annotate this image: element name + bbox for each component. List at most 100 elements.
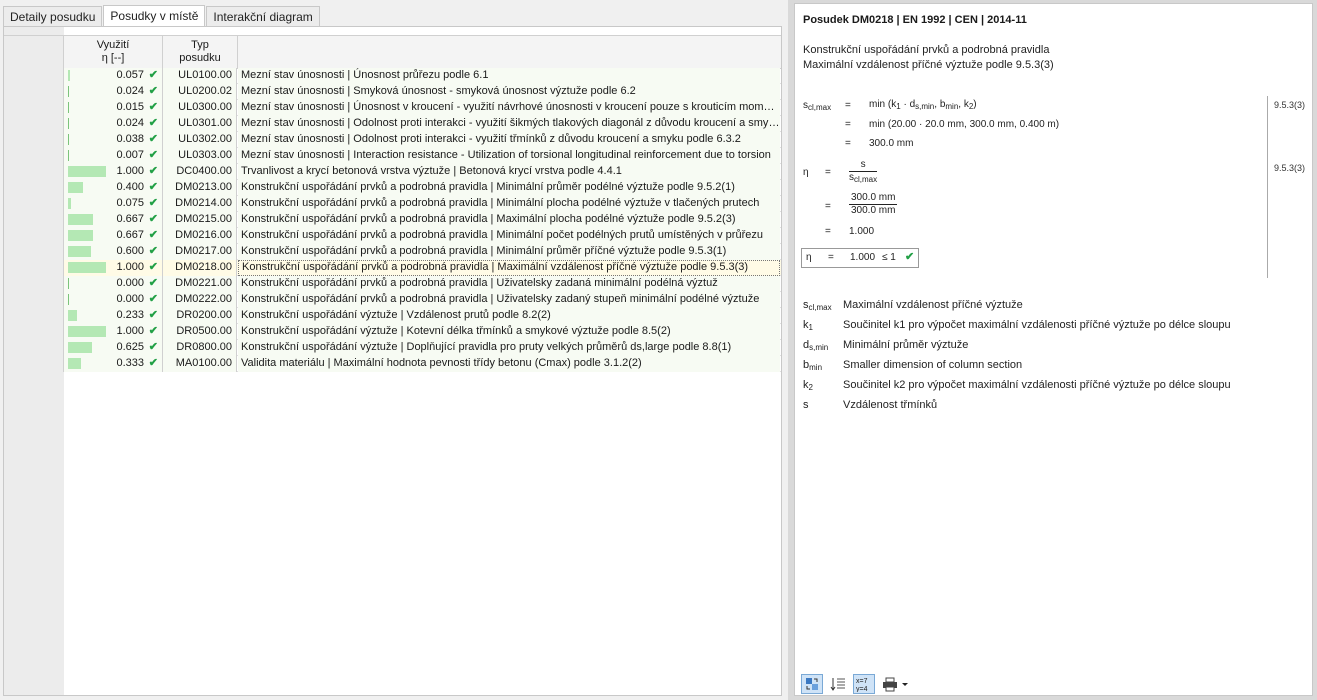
utilization-cell[interactable]: 0.233 ✔ (64, 308, 163, 324)
utilization-cell[interactable]: 0.667 ✔ (64, 212, 163, 228)
check-type-cell[interactable]: DM0216.00 (163, 228, 237, 244)
table-row[interactable]: 0.038 ✔ UL0302.00 Mezní stav únosnosti | Od… (4, 132, 781, 148)
table-row[interactable]: 0.057 ✔ UL0100.00 Mezní stav únosnosti | Ún… (4, 68, 781, 84)
row-header[interactable] (4, 180, 64, 196)
utilization-cell[interactable]: 0.000 ✔ (64, 276, 163, 292)
check-type-cell[interactable]: DM0222.00 (163, 292, 237, 308)
description-cell[interactable]: Mezní stav únosnosti | Únosnost průřezu … (238, 68, 780, 84)
check-type-cell[interactable]: DR0800.00 (163, 340, 237, 356)
table-row[interactable]: 0.007 ✔ UL0303.00 Mezní stav únosnosti | In… (4, 148, 781, 164)
utilization-cell[interactable]: 0.038 ✔ (64, 132, 163, 148)
description-cell[interactable]: Mezní stav únosnosti | Interaction resis… (238, 148, 780, 164)
print-icon[interactable] (879, 674, 911, 694)
check-type-cell[interactable]: DM0218.00 (163, 260, 237, 276)
row-header[interactable] (4, 84, 64, 100)
header-description[interactable] (238, 36, 781, 68)
table-row[interactable]: 0.333 ✔ MA0100.00 Validita materiálu | Maxi… (4, 356, 781, 372)
description-cell[interactable]: Validita materiálu | Maximální hodnota p… (238, 356, 780, 372)
check-type-cell[interactable]: UL0100.00 (163, 68, 237, 84)
table-row[interactable]: 0.400 ✔ DM0213.00 Konstrukční uspořádání pr… (4, 180, 781, 196)
row-header[interactable] (4, 356, 64, 372)
description-cell[interactable]: Trvanlivost a krycí betonová vrstva výzt… (238, 164, 780, 180)
row-header[interactable] (4, 100, 64, 116)
check-type-cell[interactable]: UL0301.00 (163, 116, 237, 132)
utilization-cell[interactable]: 0.015 ✔ (64, 100, 163, 116)
row-header[interactable] (4, 244, 64, 260)
table-row[interactable]: 0.667 ✔ DM0216.00 Konstrukční uspořádání pr… (4, 228, 781, 244)
row-header[interactable] (4, 68, 64, 84)
description-cell[interactable]: Konstrukční uspořádání prvků a podrobná … (238, 228, 780, 244)
table-row[interactable]: 1.000 ✔ DR0500.00 Konstrukční uspořádání vý… (4, 324, 781, 340)
check-type-cell[interactable]: UL0200.02 (163, 84, 237, 100)
utilization-cell[interactable]: 0.075 ✔ (64, 196, 163, 212)
check-type-cell[interactable]: UL0300.00 (163, 100, 237, 116)
description-cell[interactable]: Mezní stav únosnosti | Únosnost v krouce… (238, 100, 780, 116)
description-cell[interactable]: Konstrukční uspořádání prvků a podrobná … (238, 244, 780, 260)
header-check-type[interactable]: Typ posudku (163, 36, 238, 68)
row-header[interactable] (4, 260, 64, 276)
utilization-cell[interactable]: 0.333 ✔ (64, 356, 163, 372)
description-cell[interactable]: Mezní stav únosnosti | Smyková únosnost … (238, 84, 780, 100)
description-cell[interactable]: Konstrukční uspořádání prvků a podrobná … (238, 212, 780, 228)
table-row[interactable]: 0.075 ✔ DM0214.00 Konstrukční uspořádání pr… (4, 196, 781, 212)
utilization-cell[interactable]: 1.000 ✔ (64, 260, 163, 276)
check-type-cell[interactable]: DR0500.00 (163, 324, 237, 340)
check-type-cell[interactable]: DM0214.00 (163, 196, 237, 212)
check-type-cell[interactable]: DM0215.00 (163, 212, 237, 228)
row-header[interactable] (4, 164, 64, 180)
row-header[interactable] (4, 324, 64, 340)
utilization-cell[interactable]: 0.625 ✔ (64, 340, 163, 356)
table-row[interactable]: 0.000 ✔ DM0222.00 Konstrukční uspořádání pr… (4, 292, 781, 308)
table-row[interactable]: 1.000 ✔ DM0218.00 Konstrukční uspořádání pr… (4, 260, 781, 276)
description-cell[interactable]: Konstrukční uspořádání prvků a podrobná … (238, 292, 780, 308)
check-type-cell[interactable]: DM0221.00 (163, 276, 237, 292)
utilization-cell[interactable]: 0.007 ✔ (64, 148, 163, 164)
tab-interaction-diagram[interactable]: Interakční diagram (206, 6, 320, 27)
utilization-cell[interactable]: 0.667 ✔ (64, 228, 163, 244)
utilization-cell[interactable]: 0.024 ✔ (64, 84, 163, 100)
table-row[interactable]: 0.000 ✔ DM0221.00 Konstrukční uspořádání pr… (4, 276, 781, 292)
row-header[interactable] (4, 228, 64, 244)
check-type-cell[interactable]: DR0200.00 (163, 308, 237, 324)
tab-check-details[interactable]: Detaily posudku (3, 6, 103, 27)
description-cell[interactable]: Mezní stav únosnosti | Odolnost proti in… (238, 132, 780, 148)
description-cell[interactable]: Konstrukční uspořádání prvků a podrobná … (238, 180, 780, 196)
row-header[interactable] (4, 292, 64, 308)
table-row[interactable]: 0.015 ✔ UL0300.00 Mezní stav únosnosti | Ún… (4, 100, 781, 116)
table-row[interactable]: 0.625 ✔ DR0800.00 Konstrukční uspořádání vý… (4, 340, 781, 356)
table-row[interactable]: 0.233 ✔ DR0200.00 Konstrukční uspořádání vý… (4, 308, 781, 324)
description-cell[interactable]: Konstrukční uspořádání výztuže | Kotevní… (238, 324, 780, 340)
list-sort-icon[interactable] (827, 674, 849, 694)
formula-icon[interactable]: x=7 y=4 (853, 674, 875, 694)
table-row[interactable]: 0.024 ✔ UL0200.02 Mezní stav únosnosti | Sm… (4, 84, 781, 100)
table-row[interactable]: 0.667 ✔ DM0215.00 Konstrukční uspořádání pr… (4, 212, 781, 228)
utilization-cell[interactable]: 0.600 ✔ (64, 244, 163, 260)
swap-icon[interactable] (801, 674, 823, 694)
header-utilization[interactable]: Využití η [--] (64, 36, 163, 68)
utilization-cell[interactable]: 1.000 ✔ (64, 164, 163, 180)
check-type-cell[interactable]: MA0100.00 (163, 356, 237, 372)
table-row[interactable]: 1.000 ✔ DC0400.00 Trvanlivost a krycí beton… (4, 164, 781, 180)
row-header[interactable] (4, 116, 64, 132)
description-cell[interactable]: Konstrukční uspořádání prvků a podrobná … (238, 196, 780, 212)
tab-checks-at-location[interactable]: Posudky v místě (103, 5, 206, 27)
row-header[interactable] (4, 276, 64, 292)
check-type-cell[interactable]: UL0302.00 (163, 132, 237, 148)
row-header[interactable] (4, 340, 64, 356)
utilization-cell[interactable]: 1.000 ✔ (64, 324, 163, 340)
description-cell[interactable]: Konstrukční uspořádání prvků a podrobná … (238, 260, 780, 276)
utilization-cell[interactable]: 0.057 ✔ (64, 68, 163, 84)
utilization-cell[interactable]: 0.400 ✔ (64, 180, 163, 196)
description-cell[interactable]: Mezní stav únosnosti | Odolnost proti in… (238, 116, 780, 132)
table-row[interactable]: 0.600 ✔ DM0217.00 Konstrukční uspořádání pr… (4, 244, 781, 260)
utilization-cell[interactable]: 0.000 ✔ (64, 292, 163, 308)
table-row[interactable]: 0.024 ✔ UL0301.00 Mezní stav únosnosti | Od… (4, 116, 781, 132)
row-header[interactable] (4, 196, 64, 212)
description-cell[interactable]: Konstrukční uspořádání výztuže | Vzdálen… (238, 308, 780, 324)
row-header[interactable] (4, 308, 64, 324)
check-type-cell[interactable]: UL0303.00 (163, 148, 237, 164)
check-type-cell[interactable]: DM0213.00 (163, 180, 237, 196)
row-header[interactable] (4, 132, 64, 148)
description-cell[interactable]: Konstrukční uspořádání výztuže | Doplňuj… (238, 340, 780, 356)
check-type-cell[interactable]: DC0400.00 (163, 164, 237, 180)
